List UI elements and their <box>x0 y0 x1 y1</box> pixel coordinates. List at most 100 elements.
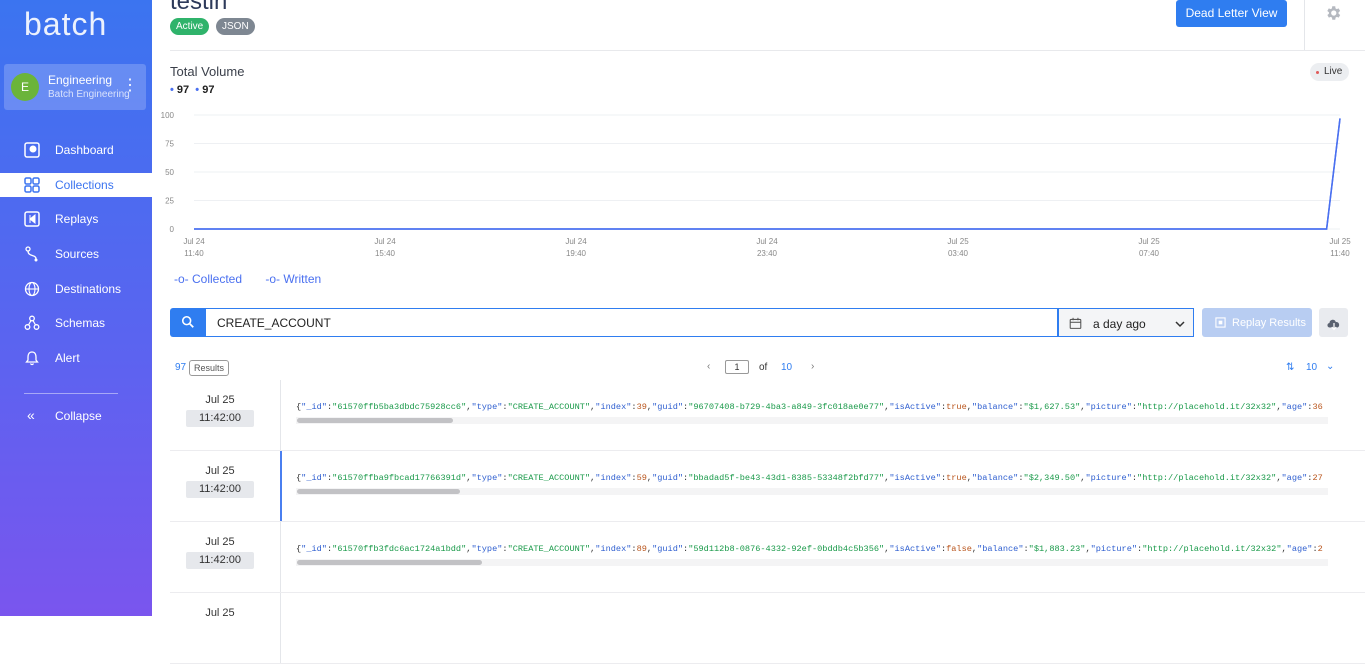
replays-icon <box>24 211 40 227</box>
kebab-menu-icon[interactable]: ⋮ <box>122 78 138 94</box>
cloud-download-icon <box>1327 319 1340 331</box>
chevron-down-icon <box>1175 321 1185 328</box>
x-tick-label: Jul 24 <box>183 237 205 246</box>
volume-chart: 100 75 50 25 0 Jul 24 11:40 Jul 24 15:40 Jul 24 19… <box>161 111 1352 258</box>
row-scrollbar[interactable] <box>296 417 1328 424</box>
scrollbar-thumb[interactable] <box>297 560 482 565</box>
calendar-icon <box>1069 317 1082 329</box>
y-tick-label: 75 <box>165 140 174 149</box>
org-switcher[interactable]: E Engineering Batch Engineering ⋮ <box>4 64 146 110</box>
x-tick-label: 07:40 <box>1139 249 1160 258</box>
sidebar: batch E Engineering Batch Engineering ⋮ … <box>0 0 152 616</box>
next-page-icon[interactable]: › <box>811 361 814 372</box>
page-size-select[interactable]: ⇅ 10 ⌄ <box>1286 361 1336 377</box>
x-tick-label: Jul 25 <box>947 237 969 246</box>
row-scrollbar[interactable] <box>296 559 1328 566</box>
x-tick-label: Jul 24 <box>565 237 587 246</box>
header-separator <box>170 50 1365 51</box>
x-tick-label: 23:40 <box>757 249 778 258</box>
date-range-select[interactable]: a day ago <box>1058 308 1194 337</box>
volume-values: • 97 • 97 <box>170 84 214 96</box>
nav-replays[interactable]: Replays <box>0 207 152 231</box>
sources-icon <box>25 246 38 262</box>
page-size-value: 10 <box>1306 362 1318 373</box>
series-dot: • <box>195 84 200 96</box>
date-range-label: a day ago <box>1093 317 1146 331</box>
y-tick-label: 0 <box>170 225 175 234</box>
page-input[interactable]: 1 <box>725 360 749 374</box>
row-divider <box>280 593 281 663</box>
search-input[interactable] <box>205 308 1058 337</box>
prev-page-icon[interactable]: ‹ <box>707 361 710 372</box>
row-date: Jul 25 <box>205 465 235 477</box>
legend-collected[interactable]: -o- Collected <box>174 272 252 286</box>
results-tag: Results <box>189 360 230 376</box>
row-json[interactable]: {"_id":"61570ffb5ba3dbdc75928cc6","type"… <box>296 402 1328 414</box>
nav-label: Destinations <box>55 282 122 296</box>
page-total: 10 <box>781 362 793 373</box>
row-scrollbar[interactable] <box>296 488 1328 495</box>
row-divider <box>280 380 281 450</box>
dead-letter-view-button[interactable]: Dead Letter View <box>1176 0 1287 27</box>
page-of-label: of <box>759 362 768 373</box>
row-date: Jul 25 <box>205 607 235 619</box>
org-name: Engineering <box>48 73 113 87</box>
x-tick-label: 11:40 <box>1330 249 1350 258</box>
result-row[interactable]: Jul 25 11:42:00 {"_id":"61570ffba9fbcad177… <box>170 451 1365 522</box>
x-tick-label: 19:40 <box>566 249 587 258</box>
collapse-label: Collapse <box>55 409 102 423</box>
dashboard-icon <box>24 142 40 158</box>
x-tick-label: 11:40 <box>184 249 204 258</box>
nav-dashboard[interactable]: Dashboard <box>0 138 152 162</box>
nav-destinations[interactable]: Destinations <box>0 277 152 301</box>
results-count: 97 <box>175 362 187 373</box>
sidebar-divider <box>24 393 118 394</box>
x-tick-label: Jul 24 <box>374 237 396 246</box>
row-json[interactable]: {"_id":"61570ffb3fdc6ac1724a1bdd","type"… <box>296 544 1328 556</box>
x-tick-label: 15:40 <box>375 249 396 258</box>
collected-total: 97 <box>176 84 190 96</box>
scrollbar-thumb[interactable] <box>297 489 460 494</box>
result-row[interactable]: Jul 25 11:42:00 {"_id":"61570ffb3fdc6ac172… <box>170 522 1365 593</box>
x-tick-label: Jul 25 <box>1329 237 1351 246</box>
live-indicator: Live <box>1310 63 1350 81</box>
nav-collections[interactable]: Collections <box>0 173 152 197</box>
gear-icon[interactable] <box>1324 4 1342 22</box>
nav-sources[interactable]: Sources <box>0 242 152 266</box>
status-badge: Active <box>170 18 210 35</box>
chevron-down-icon: ⌄ <box>1326 361 1335 372</box>
org-avatar: E <box>11 73 39 101</box>
replay-results-button[interactable]: Replay Results <box>1202 308 1312 337</box>
legend-written[interactable]: -o- Written <box>265 272 331 286</box>
sort-icon: ⇅ <box>1286 362 1295 373</box>
page-title: testin <box>170 0 228 15</box>
nav-schemas[interactable]: Schemas <box>0 311 152 335</box>
result-row[interactable]: Jul 25 11:42:00 {"_id":"61570ffb5ba3dbdc75… <box>170 380 1365 451</box>
nav-label: Collections <box>55 178 114 192</box>
nav-alert[interactable]: Alert <box>0 346 152 370</box>
row-date: Jul 25 <box>205 536 235 548</box>
scrollbar-thumb[interactable] <box>297 418 453 423</box>
main-content: testin Active JSON Dead Letter View Tota… <box>152 0 1366 664</box>
org-subtitle: Batch Engineering <box>48 89 130 100</box>
nav-label: Schemas <box>55 316 106 330</box>
double-chevron-left-icon: « <box>27 407 35 423</box>
chart-legend: -o- Collected -o- Written <box>174 272 341 286</box>
globe-icon <box>24 281 40 297</box>
row-json[interactable]: {"_id":"61570ffba9fbcad17766391d","type"… <box>296 473 1328 485</box>
row-highlight <box>280 451 282 521</box>
nav-label: Replays <box>55 212 99 226</box>
series-line-written <box>194 118 1341 230</box>
replay-icon <box>1215 317 1226 328</box>
volume-title: Total Volume <box>170 64 245 79</box>
x-tick-label: 03:40 <box>948 249 969 258</box>
y-tick-label: 50 <box>165 168 174 177</box>
download-button[interactable] <box>1319 308 1348 337</box>
row-time: 11:42:00 <box>186 481 254 498</box>
nav-label: Sources <box>55 247 100 261</box>
result-row[interactable]: Jul 25 <box>170 593 1365 664</box>
series-dot: • <box>170 84 174 96</box>
batch-logo: batch <box>24 6 108 42</box>
collapse-button[interactable]: « Collapse <box>0 404 152 428</box>
search-button[interactable] <box>170 308 205 337</box>
